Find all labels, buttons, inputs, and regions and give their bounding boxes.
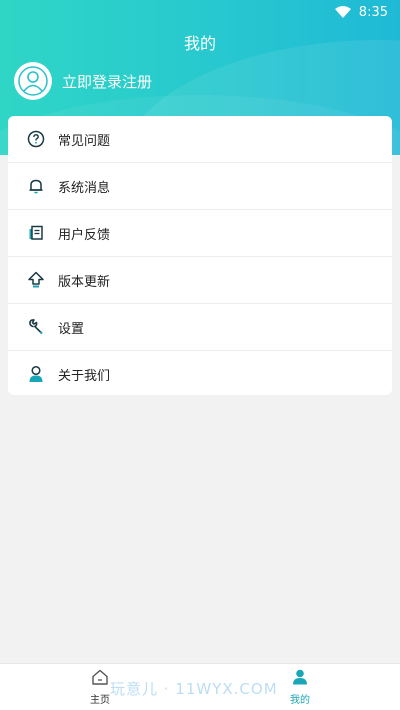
menu-item-label: 常见问题 xyxy=(58,133,111,149)
settings-menu: 常见问题 系统消息 用户反馈 版本更新 设置 关于我们 xyxy=(8,116,392,395)
tab-label: 我的 xyxy=(290,694,310,706)
page-title: 我的 xyxy=(183,34,216,53)
menu-item-label: 版本更新 xyxy=(58,274,111,290)
wifi-icon xyxy=(334,3,351,22)
menu-item-system-messages[interactable]: 系统消息 xyxy=(8,163,392,210)
login-register-label[interactable]: 立即登录注册 xyxy=(62,71,152,92)
bell-icon xyxy=(26,176,46,196)
login-register-button[interactable]: 立即登录注册 xyxy=(14,62,152,100)
watermark: 玩意儿 · 11WYX.COM xyxy=(110,680,278,698)
status-time: 8:35 xyxy=(358,4,388,20)
home-icon xyxy=(91,669,109,689)
status-bar: 8:35 xyxy=(0,0,400,24)
user-avatar-icon[interactable] xyxy=(14,62,52,100)
menu-item-version-update[interactable]: 版本更新 xyxy=(8,257,392,304)
menu-item-label: 用户反馈 xyxy=(58,227,111,243)
menu-item-label: 设置 xyxy=(58,321,85,337)
menu-item-faq[interactable]: 常见问题 xyxy=(8,116,392,163)
menu-item-label: 关于我们 xyxy=(58,368,111,384)
menu-item-settings[interactable]: 设置 xyxy=(8,304,392,351)
menu-item-label: 系统消息 xyxy=(58,180,111,196)
upgrade-icon xyxy=(26,270,46,290)
person-icon xyxy=(26,364,46,384)
question-icon xyxy=(26,129,46,149)
menu-item-about-us[interactable]: 关于我们 xyxy=(8,351,392,395)
user-icon xyxy=(291,669,309,689)
wrench-icon xyxy=(26,317,46,337)
tab-label: 主页 xyxy=(90,694,110,706)
feedback-icon xyxy=(26,223,46,243)
menu-item-feedback[interactable]: 用户反馈 xyxy=(8,210,392,257)
